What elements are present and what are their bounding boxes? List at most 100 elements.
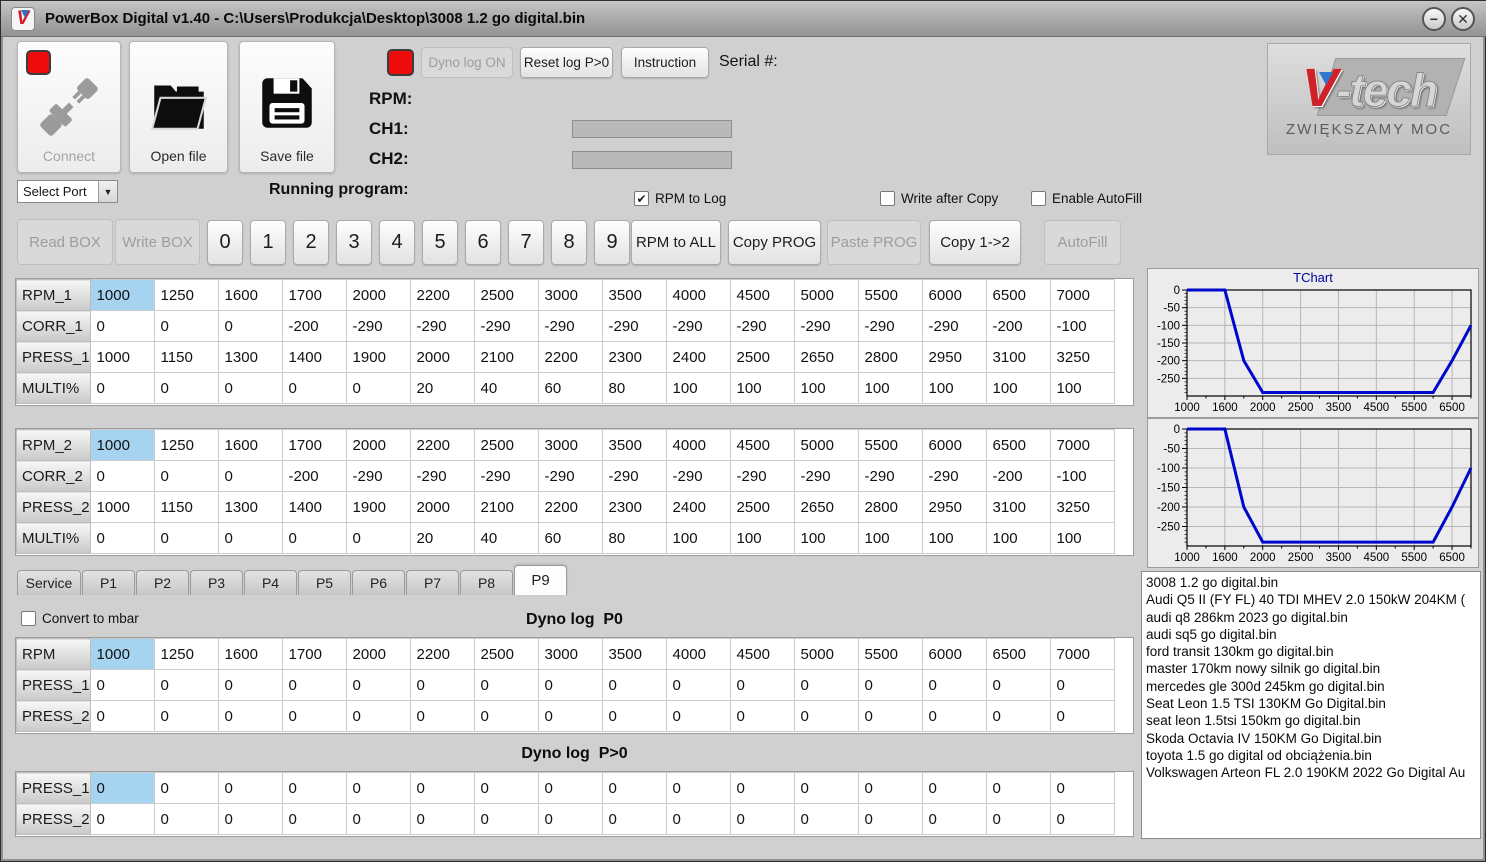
table-cell[interactable]: 0: [89, 700, 155, 732]
table-cell[interactable]: -290: [345, 310, 411, 342]
table-cell[interactable]: 0: [665, 803, 731, 835]
table-cell[interactable]: 0: [89, 460, 155, 492]
program-digit-button-7[interactable]: 7: [508, 220, 544, 265]
table-cell[interactable]: 1900: [345, 341, 411, 373]
table-cell[interactable]: 0: [985, 803, 1051, 835]
table-cell[interactable]: 1000: [89, 491, 155, 523]
tab-p6[interactable]: P6: [352, 570, 405, 595]
read-box-button[interactable]: Read BOX: [17, 219, 113, 265]
table-cell[interactable]: 4000: [665, 638, 731, 670]
table-cell[interactable]: 0: [1049, 772, 1115, 804]
table-cell[interactable]: 2650: [793, 491, 859, 523]
table-cell[interactable]: -100: [1049, 310, 1115, 342]
table-cell[interactable]: 2950: [921, 341, 987, 373]
rpm-to-all-button[interactable]: RPM to ALL: [631, 220, 721, 265]
table-cell[interactable]: 1150: [153, 491, 219, 523]
table-cell[interactable]: 0: [729, 772, 795, 804]
table-cell[interactable]: 3500: [601, 279, 667, 311]
file-list-item[interactable]: mercedes gle 300d 245km go digital.bin: [1146, 678, 1476, 695]
table-cell[interactable]: 2500: [729, 491, 795, 523]
table-cell[interactable]: 0: [281, 803, 347, 835]
table-cell[interactable]: 2000: [345, 429, 411, 461]
table-cell[interactable]: 0: [857, 772, 923, 804]
table-cell[interactable]: 7000: [1049, 279, 1115, 311]
table-cell[interactable]: -290: [793, 460, 859, 492]
save-file-button[interactable]: Save file: [239, 41, 335, 173]
file-list-item[interactable]: Seat Leon 1.5 TSI 130KM Go Digital.bin: [1146, 695, 1476, 712]
table-cell[interactable]: 0: [217, 669, 283, 701]
table-cell[interactable]: 1000: [89, 279, 155, 311]
table-cell[interactable]: -290: [537, 460, 603, 492]
table-cell[interactable]: 2800: [857, 341, 923, 373]
table-cell[interactable]: 20: [409, 522, 475, 554]
table-cell[interactable]: 0: [985, 772, 1051, 804]
file-list-item[interactable]: toyota 1.5 go digital od obciążenia.bin: [1146, 747, 1476, 764]
table-cell[interactable]: 2000: [409, 341, 475, 373]
table-cell[interactable]: 0: [857, 669, 923, 701]
table-cell[interactable]: 80: [601, 372, 667, 404]
table-cell[interactable]: 6000: [921, 279, 987, 311]
table-cell[interactable]: 40: [473, 372, 539, 404]
file-list-item[interactable]: seat leon 1.5tsi 150km go digital.bin: [1146, 712, 1476, 729]
table-cell[interactable]: -290: [729, 460, 795, 492]
table-cell[interactable]: 100: [921, 372, 987, 404]
minimize-icon[interactable]: −: [1422, 6, 1446, 31]
table-cell[interactable]: 0: [985, 700, 1051, 732]
table-cell[interactable]: -290: [345, 460, 411, 492]
table-cell[interactable]: 0: [345, 669, 411, 701]
file-list-item[interactable]: audi sq5 go digital.bin: [1146, 626, 1476, 643]
instruction-button[interactable]: Instruction: [621, 47, 709, 78]
table-cell[interactable]: 5000: [793, 638, 859, 670]
table-cell[interactable]: 0: [153, 669, 219, 701]
table-cell[interactable]: 100: [1049, 522, 1115, 554]
table-cell[interactable]: 60: [537, 372, 603, 404]
table-cell[interactable]: 6500: [985, 279, 1051, 311]
table-cell[interactable]: 0: [601, 669, 667, 701]
table-cell[interactable]: 2650: [793, 341, 859, 373]
table-cell[interactable]: 100: [793, 372, 859, 404]
table-cell[interactable]: 2400: [665, 491, 731, 523]
table-cell[interactable]: 2500: [473, 279, 539, 311]
table-cell[interactable]: 0: [409, 772, 475, 804]
table-cell[interactable]: 1900: [345, 491, 411, 523]
write-box-button[interactable]: Write BOX: [115, 219, 200, 265]
table-cell[interactable]: 2400: [665, 341, 731, 373]
table-cell[interactable]: 100: [665, 372, 731, 404]
tab-service[interactable]: Service: [17, 570, 81, 595]
file-list-item[interactable]: Volkswagen Arteon FL 2.0 190KM 2022 Go D…: [1146, 764, 1476, 781]
table-cell[interactable]: -290: [665, 310, 731, 342]
table-cell[interactable]: 6500: [985, 429, 1051, 461]
table-cell[interactable]: 0: [217, 372, 283, 404]
table-cell[interactable]: 0: [89, 669, 155, 701]
table-cell[interactable]: 0: [345, 522, 411, 554]
table-cell[interactable]: 2800: [857, 491, 923, 523]
table-cell[interactable]: 1400: [281, 491, 347, 523]
table-cell[interactable]: 2200: [537, 341, 603, 373]
table-cell[interactable]: -290: [409, 310, 475, 342]
table-cell[interactable]: 100: [985, 522, 1051, 554]
table-cell[interactable]: 1300: [217, 341, 283, 373]
program-digit-button-5[interactable]: 5: [422, 220, 458, 265]
table-cell[interactable]: 2500: [473, 638, 539, 670]
table-cell[interactable]: 0: [921, 803, 987, 835]
table-cell[interactable]: -100: [1049, 460, 1115, 492]
table-cell[interactable]: 1250: [153, 279, 219, 311]
table-cell[interactable]: -290: [921, 460, 987, 492]
file-list-item[interactable]: Audi Q5 II (FY FL) 40 TDI MHEV 2.0 150kW…: [1146, 591, 1476, 608]
table-cell[interactable]: 1300: [217, 491, 283, 523]
table-cell[interactable]: 0: [345, 772, 411, 804]
table-cell[interactable]: 4000: [665, 429, 731, 461]
tab-p2[interactable]: P2: [136, 570, 189, 595]
table-cell[interactable]: 0: [473, 772, 539, 804]
table-cell[interactable]: 0: [921, 700, 987, 732]
table-cell[interactable]: -290: [601, 310, 667, 342]
table-cell[interactable]: 0: [409, 803, 475, 835]
table-cell[interactable]: 0: [1049, 700, 1115, 732]
table-cell[interactable]: 1000: [89, 341, 155, 373]
enable-autofill-checkbox[interactable]: Enable AutoFill: [1031, 191, 1142, 206]
tab-p1[interactable]: P1: [82, 570, 135, 595]
checkbox-box[interactable]: [1031, 191, 1046, 206]
table-cell[interactable]: 0: [153, 372, 219, 404]
table-cell[interactable]: 0: [217, 772, 283, 804]
program-digit-button-3[interactable]: 3: [336, 220, 372, 265]
